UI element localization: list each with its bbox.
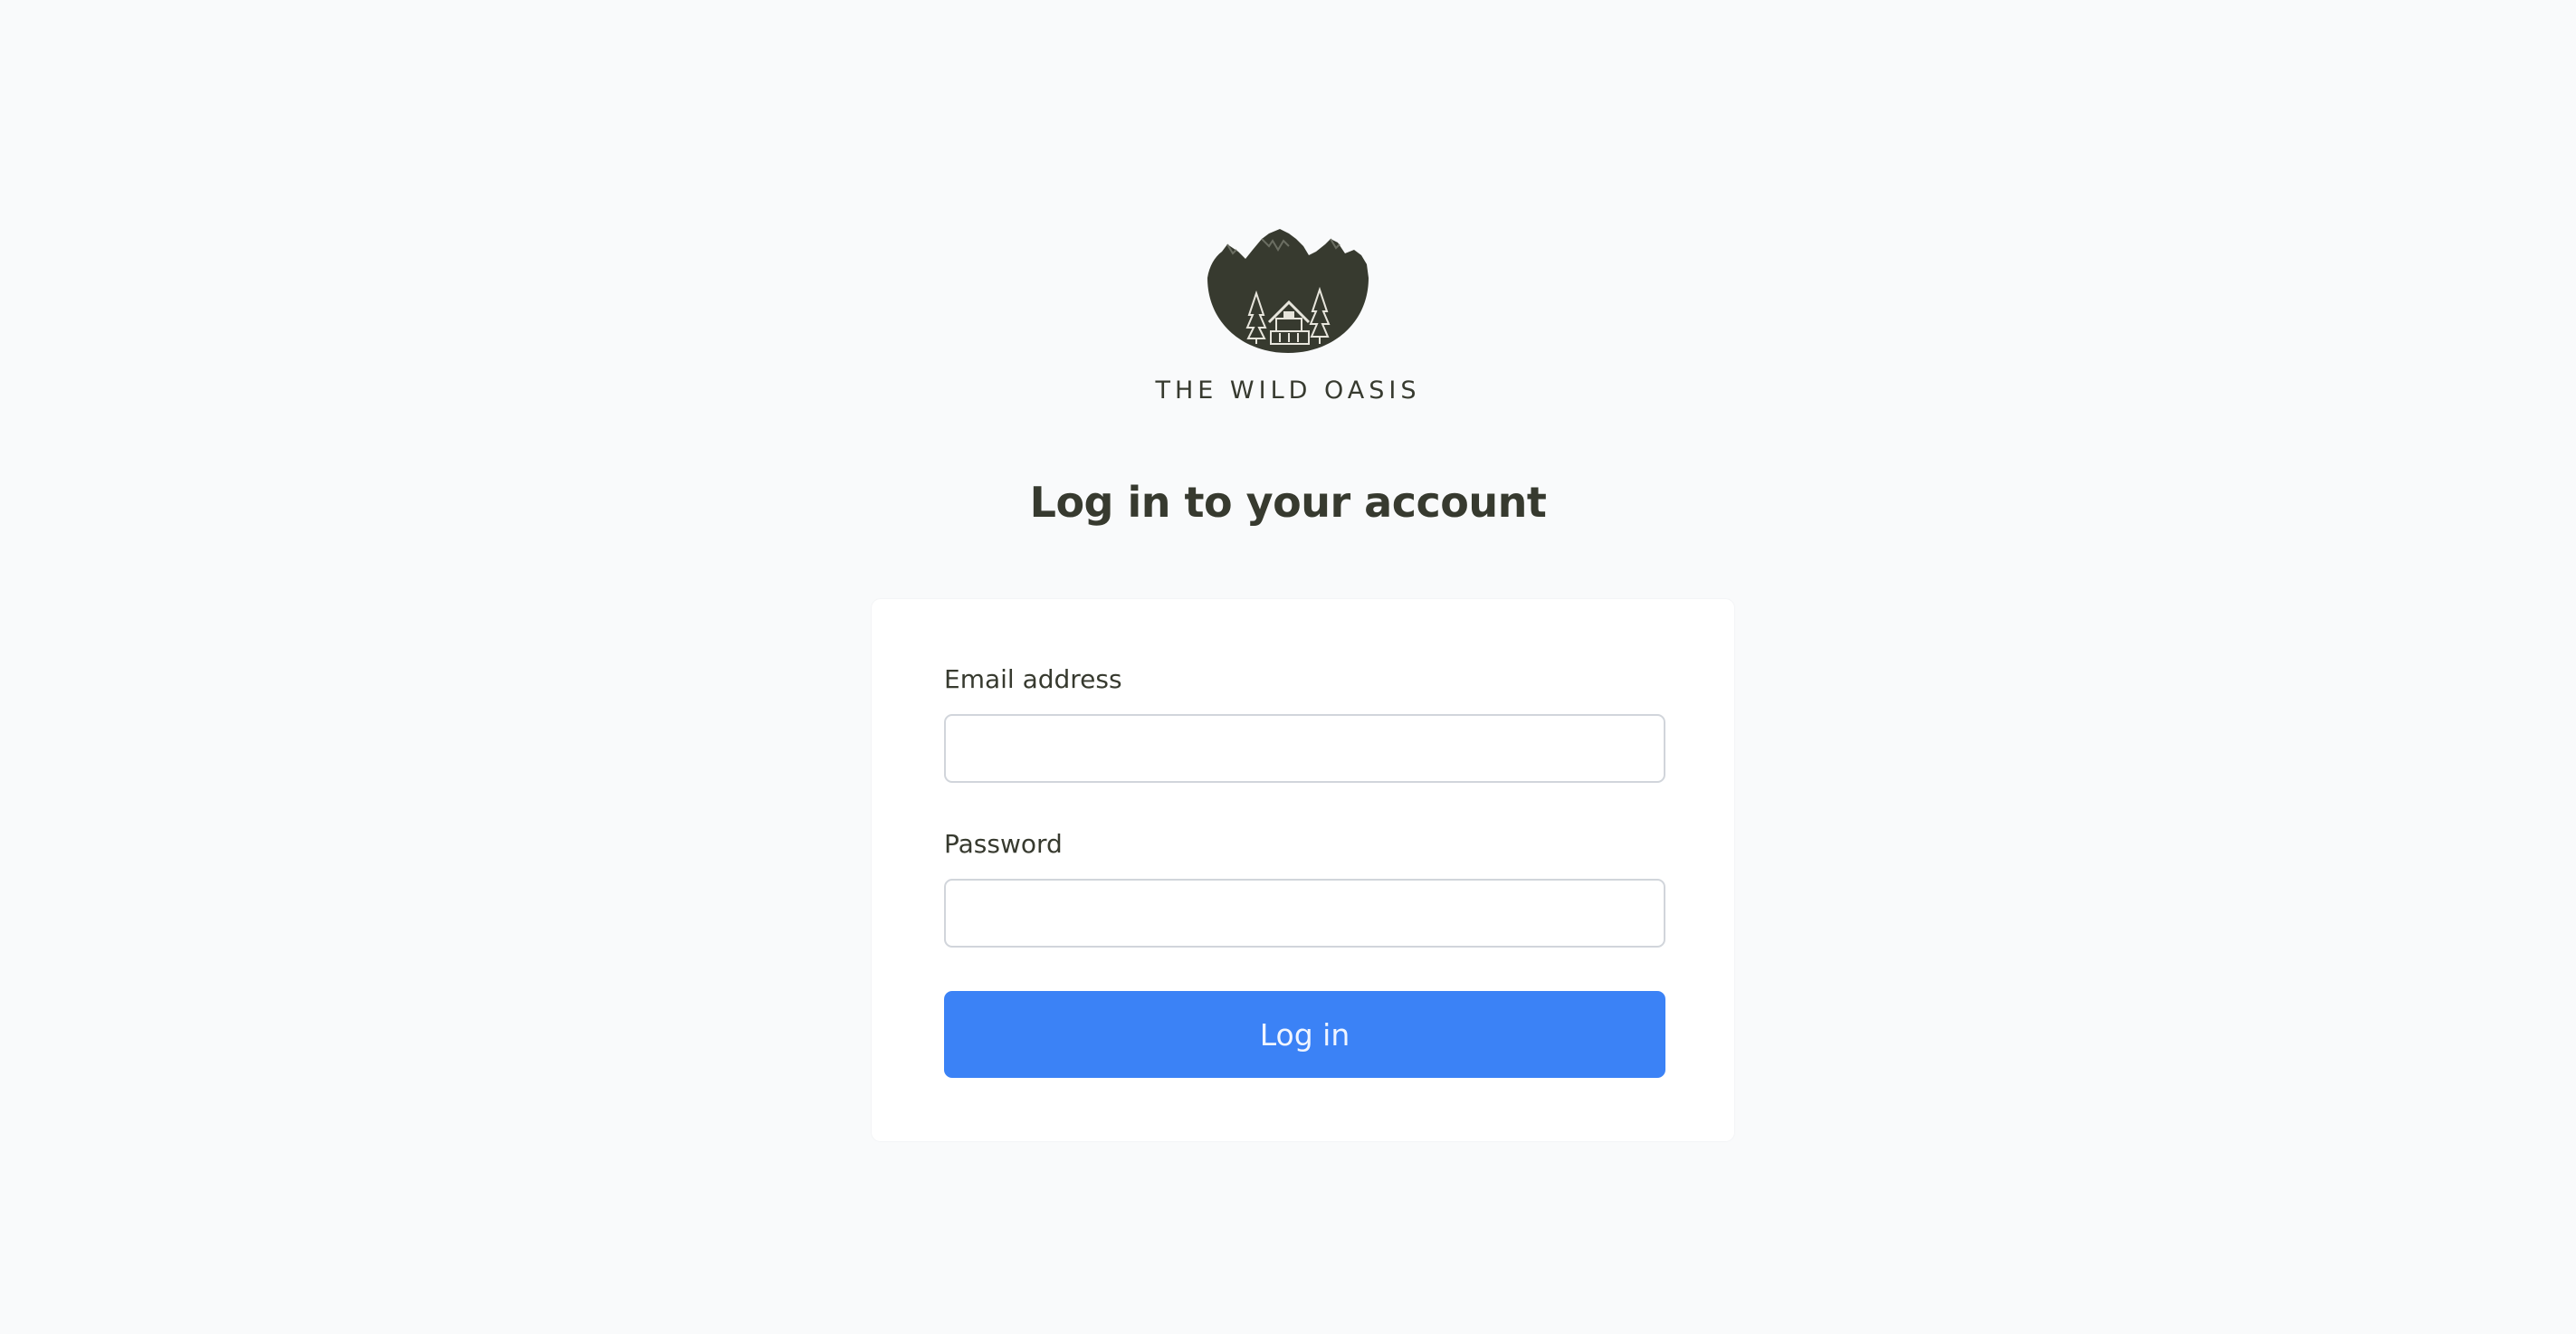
password-input[interactable]: [944, 879, 1665, 948]
page-title: Log in to your account: [1029, 478, 1547, 527]
brand-logo: THE WILD OASIS: [0, 228, 2576, 403]
email-input[interactable]: [944, 714, 1665, 783]
mountain-cabin-logo-icon: [1207, 229, 1369, 353]
brand-name: THE WILD OASIS: [1155, 376, 1421, 405]
login-button[interactable]: Log in: [944, 991, 1665, 1078]
password-label: Password: [944, 829, 1063, 859]
login-form: Email address Password Log in: [871, 598, 1735, 1142]
email-label: Email address: [944, 664, 1122, 694]
